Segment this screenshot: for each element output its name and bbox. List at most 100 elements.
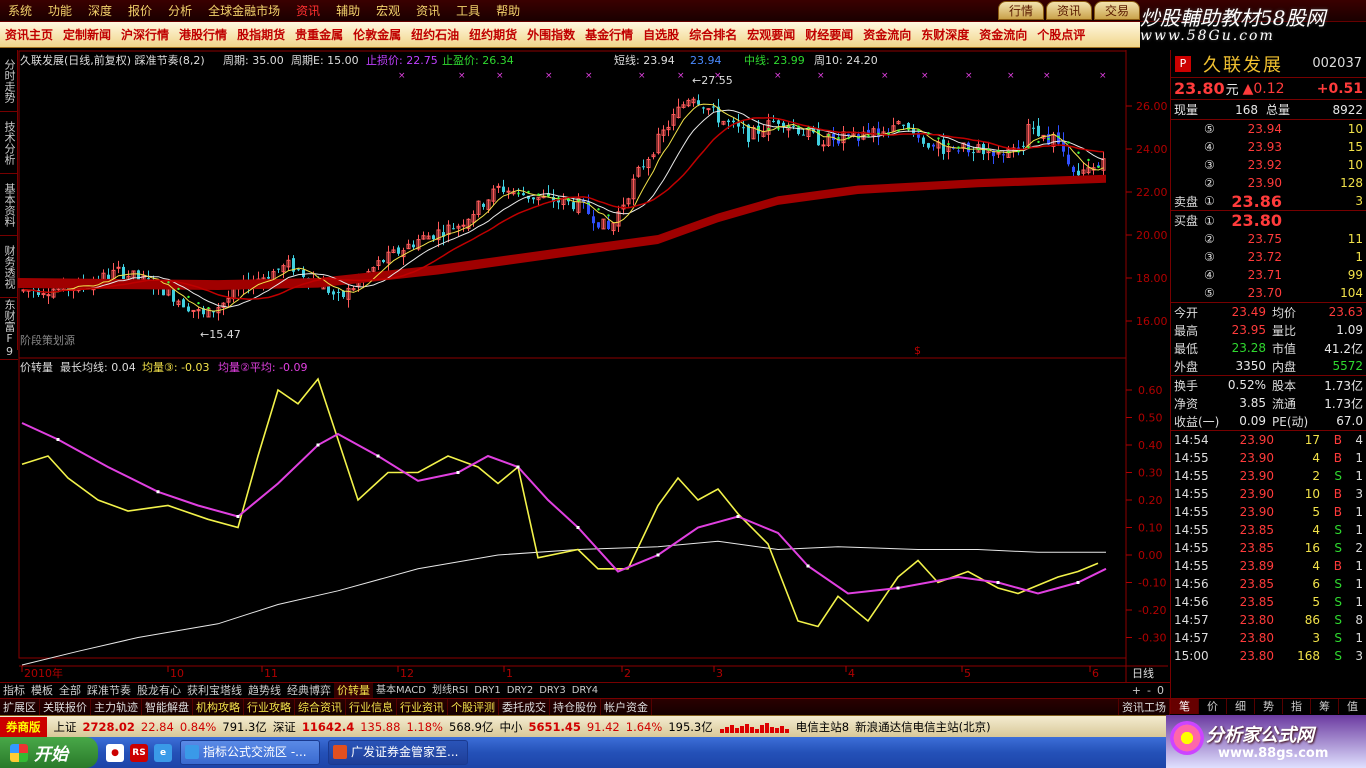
formula-tab-1[interactable]: 模板 — [28, 683, 56, 699]
news-link-17[interactable]: 资金流向 — [974, 26, 1032, 43]
formula-tab-13[interactable]: DRY3 — [536, 683, 568, 699]
chart-area[interactable]: × × × × × × × × × × × × × × × × $ 26.00 24.00 22.00 20.00 18… — [18, 50, 1168, 690]
news-link-12[interactable]: 综合排名 — [684, 26, 742, 43]
function-tab-11[interactable]: 持仓股份 — [550, 698, 601, 716]
index-quotes[interactable]: 上证 2728.02 22.84 0.84% 791.3亿 深证 11642.4 135.88… — [51, 719, 716, 735]
formula-tab-4[interactable]: 股龙有心 — [134, 683, 184, 699]
index-name-1[interactable]: 深证 — [270, 719, 299, 735]
news-link-2[interactable]: 沪深行情 — [116, 26, 174, 43]
function-tab-8[interactable]: 行业资讯 — [397, 698, 448, 716]
quote-tab-1[interactable]: 价 — [1199, 699, 1227, 714]
function-tab-12[interactable]: 帐户资金 — [601, 698, 652, 716]
news-link-1[interactable]: 定制新闻 — [58, 26, 116, 43]
function-tab-7[interactable]: 行业信息 — [346, 698, 397, 716]
tick-row: 14:57 23.80 86 S 8 — [1171, 611, 1366, 629]
info-workshop-tab[interactable]: 资讯工场 — [1118, 698, 1170, 716]
kline-chart[interactable]: × × × × × × × × × × × × × × × ×$ 26.0024.0022.0020.0018… — [18, 50, 1168, 682]
task-formula-forum[interactable]: 指标公式交流区 -... — [180, 740, 320, 765]
task-trading-app[interactable]: 广发证券金管家至... — [328, 740, 468, 765]
news-link-16[interactable]: 东财深度 — [916, 26, 974, 43]
formula-control-2[interactable]: 0 — [1157, 684, 1164, 697]
menu-help[interactable]: 帮助 — [488, 0, 528, 22]
quote-tab-3[interactable]: 势 — [1255, 699, 1283, 714]
quote-tab-6[interactable]: 值 — [1339, 699, 1366, 714]
news-link-0[interactable]: 资讯主页 — [0, 26, 58, 43]
menu-depth[interactable]: 深度 — [80, 0, 120, 22]
news-link-3[interactable]: 港股行情 — [174, 26, 232, 43]
server-label[interactable]: 电信主站8 — [793, 719, 852, 735]
tab-market[interactable]: 行情 — [997, 1, 1044, 20]
quote-tab-5[interactable]: 筹 — [1311, 699, 1339, 714]
function-tab-6[interactable]: 综合资讯 — [295, 698, 346, 716]
formula-control-1[interactable]: - — [1147, 684, 1151, 697]
menu-info-active[interactable]: 资讯 — [288, 0, 328, 22]
news-link-14[interactable]: 财经要闻 — [800, 26, 858, 43]
bid-1-level: ① — [1204, 213, 1215, 228]
index-name-2[interactable]: 中小 — [496, 719, 525, 735]
function-tab-2[interactable]: 主力轨迹 — [91, 698, 142, 716]
quote-tab-2[interactable]: 细 — [1227, 699, 1255, 714]
formula-tab-14[interactable]: DRY4 — [569, 683, 601, 699]
app-icon[interactable]: ● — [106, 743, 124, 762]
function-tab-0[interactable]: 扩展区 — [0, 698, 40, 716]
menu-analysis[interactable]: 分析 — [160, 0, 200, 22]
news-link-4[interactable]: 股指期货 — [232, 26, 290, 43]
news-link-10[interactable]: 基金行情 — [580, 26, 638, 43]
function-tab-10[interactable]: 委托成交 — [499, 698, 550, 716]
formula-tab-7[interactable]: 经典博弈 — [284, 683, 334, 699]
vtab-fundamentals[interactable]: 基本资料 — [0, 174, 18, 236]
formula-tab-10[interactable]: 划线RSI — [429, 683, 471, 699]
function-tab-5[interactable]: 行业攻略 — [244, 698, 295, 716]
tab-trade[interactable]: 交易 — [1093, 1, 1140, 20]
menu-macro[interactable]: 宏观 — [368, 0, 408, 22]
menu-assist[interactable]: 辅助 — [328, 0, 368, 22]
news-link-13[interactable]: 宏观要闻 — [742, 26, 800, 43]
news-link-18[interactable]: 个股点评 — [1032, 26, 1090, 43]
formula-control-0[interactable]: + — [1132, 684, 1141, 697]
formula-tab-8[interactable]: 价转量 — [334, 682, 373, 699]
function-tab-4[interactable]: 机构攻略 — [193, 698, 244, 716]
formula-tab-2[interactable]: 全部 — [56, 683, 84, 699]
formula-tab-9[interactable]: 基本MACD — [373, 683, 429, 699]
function-tab-1[interactable]: 关联报价 — [40, 698, 91, 716]
tick-volume: 17 — [1304, 433, 1320, 447]
vtab-timeshare[interactable]: 分时走势 — [0, 50, 18, 112]
tab-info[interactable]: 资讯 — [1045, 1, 1092, 20]
news-link-7[interactable]: 纽约石油 — [406, 26, 464, 43]
menu-news[interactable]: 资讯 — [408, 0, 448, 22]
news-link-5[interactable]: 贵重金属 — [290, 26, 348, 43]
news-link-8[interactable]: 纽约期货 — [464, 26, 522, 43]
vtab-technical[interactable]: 技术分析 — [0, 112, 18, 174]
menu-quote[interactable]: 报价 — [120, 0, 160, 22]
rs-app-icon[interactable]: RS — [130, 743, 148, 762]
indicator-tick-label: 0.60 — [1138, 384, 1163, 397]
function-tab-3[interactable]: 智能解盘 — [142, 698, 193, 716]
formula-tab-12[interactable]: DRY2 — [504, 683, 536, 699]
news-link-11[interactable]: 自选股 — [638, 26, 684, 43]
vtab-financials[interactable]: 财务透视 — [0, 236, 18, 298]
news-link-6[interactable]: 伦敦金属 — [348, 26, 406, 43]
menu-function[interactable]: 功能 — [40, 0, 80, 22]
browser-icon[interactable]: e — [154, 743, 172, 762]
start-button[interactable]: 开始 — [0, 737, 98, 768]
function-tab-9[interactable]: 个股评测 — [448, 698, 499, 716]
news-link-9[interactable]: 外围指数 — [522, 26, 580, 43]
formula-tab-11[interactable]: DRY1 — [471, 683, 503, 699]
quote-header: P 久联发展 002037 — [1171, 50, 1366, 78]
news-link-15[interactable]: 资金流向 — [858, 26, 916, 43]
index-name-0[interactable]: 上证 — [51, 719, 80, 735]
menu-system[interactable]: 系统 — [0, 0, 40, 22]
formula-tab-3[interactable]: 踩准节奏 — [84, 683, 134, 699]
menu-global-market[interactable]: 全球金融市场 — [200, 0, 288, 22]
menu-tools[interactable]: 工具 — [448, 0, 488, 22]
tick-list[interactable]: 14:54 23.90 17 B 4 14:55 23.90 4 B 1 14:55 23.90 2 S 1… — [1171, 431, 1366, 665]
quote-tab-0[interactable]: 笔 — [1171, 699, 1199, 714]
quote-badge[interactable]: P — [1175, 55, 1191, 72]
bids-level-3: ⑤ — [1204, 286, 1215, 300]
formula-tab-6[interactable]: 趋势线 — [245, 683, 284, 699]
vtab-east-wealth[interactable]: 东财富F9 — [0, 298, 18, 360]
formula-tab-0[interactable]: 指标 — [0, 683, 28, 699]
formula-tab-5[interactable]: 获利宝塔线 — [184, 683, 245, 699]
asks-volume-1: 15 — [1347, 140, 1363, 154]
quote-tab-4[interactable]: 指 — [1283, 699, 1311, 714]
